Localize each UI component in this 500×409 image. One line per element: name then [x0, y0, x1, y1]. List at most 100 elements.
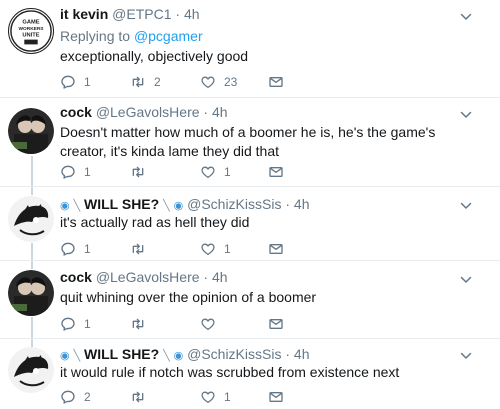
tweet[interactable]: ◉ ╲ WILL SHE? ╲ ◉ @SchizKissSis · 4h it'… — [0, 187, 500, 261]
timestamp[interactable]: 4h — [184, 6, 200, 22]
reply-icon — [60, 74, 76, 90]
separator-dot: · — [199, 269, 212, 285]
reply-button[interactable]: 2 — [60, 389, 91, 405]
avatar[interactable] — [8, 347, 54, 393]
tweet[interactable]: GAME WORKERS UNITE it kevin @ETPC1 · 4h … — [0, 0, 500, 98]
tweet-header: ◉ ╲ WILL SHE? ╲ ◉ @SchizKissSis · 4h — [60, 196, 309, 212]
eye-emoji: ◉ — [60, 200, 70, 212]
thread-line — [31, 243, 33, 261]
reply-count: 1 — [84, 317, 91, 331]
timestamp[interactable]: 4h — [212, 269, 228, 285]
chevron-down-icon[interactable] — [460, 350, 472, 362]
thread-line — [31, 317, 33, 339]
direct-message-button[interactable] — [268, 164, 292, 180]
user-handle[interactable]: @LeGavolsHere — [96, 269, 200, 285]
avatar[interactable] — [8, 108, 54, 154]
thread-line — [31, 339, 33, 347]
reply-count: 1 — [84, 242, 91, 256]
chevron-down-icon[interactable] — [460, 274, 472, 286]
timestamp[interactable]: 4h — [212, 104, 228, 120]
tweet-text: Doesn't matter how much of a boomer he i… — [60, 124, 436, 159]
retweet-icon — [130, 389, 146, 405]
svg-text:GAME: GAME — [22, 19, 39, 25]
chevron-down-icon[interactable] — [460, 200, 472, 212]
retweet-button[interactable] — [130, 316, 154, 332]
retweet-icon — [130, 74, 146, 90]
retweet-button[interactable] — [130, 389, 154, 405]
avatar-image — [8, 347, 54, 393]
user-handle[interactable]: @LeGavolsHere — [96, 104, 200, 120]
reply-button[interactable]: 1 — [60, 74, 91, 90]
thread-line — [31, 187, 33, 195]
user-handle[interactable]: @ETPC1 — [112, 6, 171, 22]
game-workers-unite-logo: GAME WORKERS UNITE — [10, 10, 52, 52]
reply-count: 1 — [84, 165, 91, 179]
eye-emoji: ◉ — [173, 200, 184, 212]
timestamp[interactable]: 4h — [294, 346, 310, 362]
direct-message-button[interactable] — [268, 241, 292, 257]
knife-emoji: ╲ — [163, 350, 170, 362]
reply-icon — [60, 164, 76, 180]
reply-button[interactable]: 1 — [60, 241, 91, 257]
reply-button[interactable]: 1 — [60, 164, 91, 180]
like-button[interactable]: 1 — [200, 389, 231, 405]
eye-emoji: ◉ — [173, 350, 184, 362]
direct-message-icon — [268, 74, 284, 90]
direct-message-button[interactable] — [268, 74, 292, 90]
heart-icon — [200, 389, 216, 405]
reply-count: 1 — [84, 75, 91, 89]
separator-dot: · — [281, 346, 294, 362]
direct-message-icon — [268, 316, 284, 332]
direct-message-icon — [268, 241, 284, 257]
retweet-icon — [130, 241, 146, 257]
avatar[interactable] — [8, 270, 54, 316]
tweet-actions: 1 1 — [60, 241, 300, 259]
tweet-header: ◉ ╲ WILL SHE? ╲ ◉ @SchizKissSis · 4h — [60, 346, 309, 362]
like-button[interactable]: 1 — [200, 164, 231, 180]
timestamp[interactable]: 4h — [294, 196, 310, 212]
avatar[interactable] — [8, 196, 54, 242]
avatar-image — [8, 270, 54, 316]
retweet-button[interactable] — [130, 241, 154, 257]
chevron-down-icon[interactable] — [460, 109, 472, 121]
display-name[interactable]: cock — [60, 269, 92, 285]
retweet-button[interactable] — [130, 164, 154, 180]
mention-link[interactable]: @pcgamer — [134, 28, 203, 44]
tweet[interactable]: cock @LeGavolsHere · 4h Doesn't matter h… — [0, 98, 500, 186]
tweet-text: quit whining over the opinion of a boome… — [60, 289, 317, 305]
retweet-icon — [130, 164, 146, 180]
display-name[interactable]: it kevin — [60, 6, 108, 22]
heart-icon — [200, 241, 216, 257]
heart-icon — [200, 74, 216, 90]
like-button[interactable] — [200, 316, 224, 332]
user-handle[interactable]: @SchizKissSis — [187, 196, 281, 212]
retweet-button[interactable]: 2 — [130, 74, 161, 90]
tweet-actions: 1 — [60, 316, 300, 334]
tweet[interactable]: cock @LeGavolsHere · 4h quit whining ove… — [0, 261, 500, 339]
reply-button[interactable]: 1 — [60, 316, 91, 332]
direct-message-icon — [268, 389, 284, 405]
tweet-actions: 1 1 — [60, 164, 300, 182]
like-button[interactable]: 23 — [200, 74, 237, 90]
tweet[interactable]: ◉ ╲ WILL SHE? ╲ ◉ @SchizKissSis · 4h it … — [0, 339, 500, 409]
like-count: 1 — [224, 165, 231, 179]
retweet-icon — [130, 316, 146, 332]
display-name[interactable]: cock — [60, 104, 92, 120]
user-handle[interactable]: @SchizKissSis — [187, 346, 281, 362]
direct-message-button[interactable] — [268, 389, 292, 405]
reply-icon — [60, 241, 76, 257]
avatar[interactable]: GAME WORKERS UNITE — [8, 8, 54, 54]
like-count: 1 — [224, 390, 231, 404]
replying-to: Replying to @pcgamer — [60, 28, 203, 44]
replying-prefix: Replying to — [60, 28, 134, 44]
display-name[interactable]: WILL SHE? — [84, 196, 159, 212]
tweet-header: cock @LeGavolsHere · 4h — [60, 104, 228, 120]
display-name[interactable]: WILL SHE? — [84, 346, 159, 362]
direct-message-button[interactable] — [268, 316, 292, 332]
tweet-text: exceptionally, objectively good — [60, 48, 249, 64]
like-button[interactable]: 1 — [200, 241, 231, 257]
separator-dot: · — [199, 104, 212, 120]
chevron-down-icon[interactable] — [460, 11, 472, 23]
knife-emoji: ╲ — [73, 350, 81, 362]
retweet-count: 2 — [154, 75, 161, 89]
